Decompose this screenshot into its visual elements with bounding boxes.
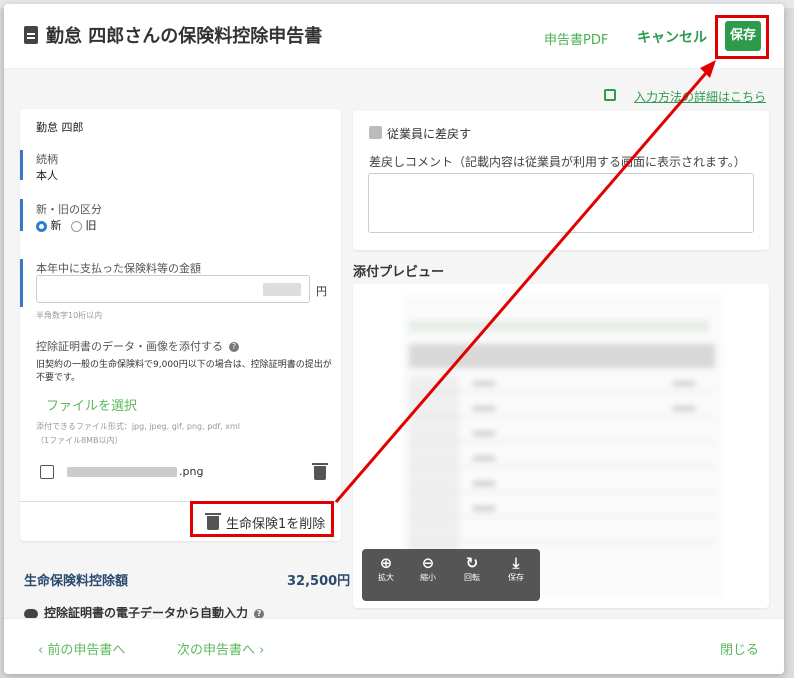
rotate-label: 回転 xyxy=(464,573,480,582)
image-icon xyxy=(40,465,54,479)
remand-checkbox[interactable] xyxy=(369,126,382,139)
annotation-box-save xyxy=(715,15,769,59)
download-button[interactable]: ⤓ 保存 xyxy=(496,553,536,583)
modal-header: 勤怠 四郎さんの保険料控除申告書 申告書PDF キャンセル 保存 xyxy=(4,4,784,69)
preview-table-header xyxy=(409,344,715,368)
relation-value: 本人 xyxy=(36,169,58,182)
prev-form-link[interactable]: ‹ 前の申告書へ xyxy=(38,639,125,658)
field-marker xyxy=(20,259,23,307)
download-label: 保存 xyxy=(508,573,524,582)
input-help-link[interactable]: 入力方法の詳細はこちら xyxy=(606,88,766,105)
field-marker xyxy=(20,150,23,180)
deduction-total-label: 生命保険料控除額 xyxy=(24,574,129,589)
radio-new-label: 新 xyxy=(50,219,62,232)
radio-old[interactable] xyxy=(71,220,82,232)
remand-comment-label: 差戻しコメント（記載内容は従業員が利用する画面に表示されます。） xyxy=(369,155,746,169)
preview-row xyxy=(409,466,715,467)
preview-row xyxy=(409,541,715,542)
amount-hint: 半角数字10桁以内 xyxy=(36,311,103,320)
formats-hint: 添付できるファイル形式：jpg, jpeg, gif, png, pdf, xm… xyxy=(36,422,241,431)
preview-side-column xyxy=(409,376,459,576)
amount-unit: 円 xyxy=(316,285,327,298)
help-icon[interactable]: ? xyxy=(229,342,239,352)
zoom-out-icon: ⊖ xyxy=(421,554,435,572)
preview-row xyxy=(409,416,715,417)
attached-file[interactable]: .png xyxy=(67,465,203,478)
next-form-label: 次の申告書へ xyxy=(177,643,256,658)
preview-cell xyxy=(473,406,495,411)
preview-cell xyxy=(473,506,495,511)
zoom-in-label: 拡大 xyxy=(378,573,394,582)
preview-cell xyxy=(673,406,695,411)
field-marker xyxy=(20,199,23,231)
attach-label: 控除証明書のデータ・画像を添付する xyxy=(36,340,223,353)
deduction-total-value: 32,500円 xyxy=(287,574,351,589)
preview-title: 添付プレビュー xyxy=(353,265,445,280)
preview-row xyxy=(409,441,715,442)
insurance-entry-card: 勤怠 四郎 続柄 本人 新・旧の区分 新 旧 本年中に支払った保険料等の金額 円… xyxy=(20,109,341,541)
preview-row xyxy=(409,391,715,392)
file-ext: .png xyxy=(179,465,204,478)
remand-checkbox-label: 従業員に差戻す xyxy=(387,127,472,141)
preview-cell xyxy=(473,431,495,436)
zoom-in-button[interactable]: ⊕ 拡大 xyxy=(366,553,406,583)
pdf-link[interactable]: 申告書PDF xyxy=(544,29,608,48)
zoom-out-button[interactable]: ⊖ 縮小 xyxy=(408,553,448,583)
rotate-icon: ↻ xyxy=(465,554,479,572)
size-hint: （1ファイル8MB以内） xyxy=(36,436,123,445)
amount-label: 本年中に支払った保険料等の金額 xyxy=(36,262,201,275)
preview-header-band xyxy=(409,320,709,332)
category-label: 新・旧の区分 xyxy=(36,203,102,216)
relation-label: 続柄 xyxy=(36,153,58,166)
amount-value-redacted xyxy=(263,283,301,296)
employee-name: 勤怠 四郎 xyxy=(36,121,84,134)
cancel-button[interactable]: キャンセル xyxy=(637,27,707,47)
deduction-form-modal: 勤怠 四郎さんの保険料控除申告書 申告書PDF キャンセル 保存 入力方法の詳細… xyxy=(4,4,784,674)
preview-cell xyxy=(673,381,695,386)
amount-input[interactable] xyxy=(36,275,310,303)
category-radio-group: 新 旧 xyxy=(36,217,97,233)
delete-file-icon[interactable] xyxy=(312,463,328,480)
attach-heading: 控除証明書のデータ・画像を添付する? xyxy=(36,338,239,354)
rotate-button[interactable]: ↻ 回転 xyxy=(452,553,492,583)
file-name-redacted xyxy=(67,467,177,477)
zoom-in-icon: ⊕ xyxy=(379,554,393,572)
modal-footer: ‹ 前の申告書へ 次の申告書へ › 閉じる xyxy=(4,618,784,671)
remand-comment-textarea[interactable] xyxy=(368,173,754,233)
preview-row xyxy=(409,516,715,517)
preview-cell xyxy=(473,456,495,461)
help-icon[interactable]: ? xyxy=(254,608,265,619)
zoom-out-label: 縮小 xyxy=(420,573,436,582)
radio-new[interactable] xyxy=(36,220,47,232)
preview-cell xyxy=(473,481,495,486)
document-icon xyxy=(24,26,38,44)
attach-note: 旧契約の一般の生命保険料で9,000円以下の場合は、控除証明書の提出が不要です。 xyxy=(36,360,332,383)
prev-form-label: 前の申告書へ xyxy=(47,643,126,658)
page-title: 勤怠 四郎さんの保険料控除申告書 xyxy=(46,26,323,47)
download-icon: ⤓ xyxy=(512,554,520,572)
cloud-upload-icon xyxy=(24,608,38,619)
annotation-box-delete xyxy=(190,501,334,537)
preview-cell xyxy=(473,381,495,386)
file-select-button[interactable]: ファイルを選択 xyxy=(46,395,137,414)
close-button[interactable]: 閉じる xyxy=(720,639,759,658)
preview-toolbar: ⊕ 拡大 ⊖ 縮小 ↻ 回転 ⤓ 保存 xyxy=(362,549,540,601)
remand-card: 従業員に差戻す 差戻しコメント（記載内容は従業員が利用する画面に表示されます。） xyxy=(353,111,769,250)
preview-row xyxy=(409,491,715,492)
radio-old-label: 旧 xyxy=(85,219,97,232)
input-help-link-label[interactable]: 入力方法の詳細はこちら xyxy=(634,90,766,104)
next-form-link[interactable]: 次の申告書へ › xyxy=(177,639,264,658)
